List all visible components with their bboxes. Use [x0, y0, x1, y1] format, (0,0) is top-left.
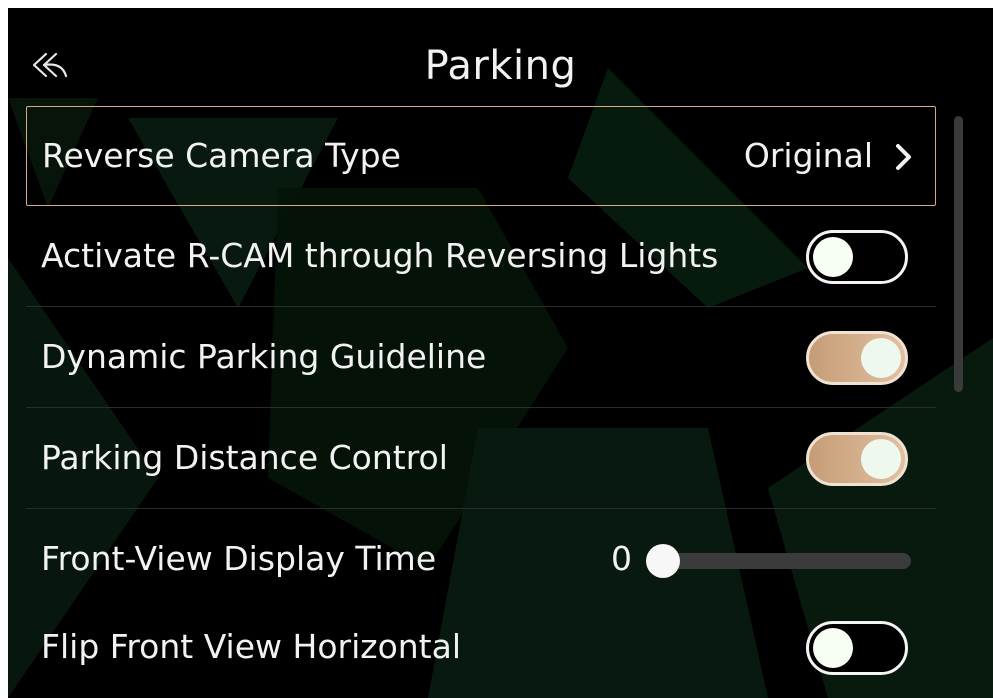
scrollbar[interactable]: [954, 116, 963, 392]
setting-label: Reverse Camera Type: [42, 136, 401, 175]
toggle-knob: [813, 628, 853, 668]
toggle-switch[interactable]: [806, 621, 908, 675]
toggle-knob: [861, 338, 901, 378]
header: Parking: [8, 8, 993, 113]
setting-label: Front-View Display Time: [41, 539, 437, 578]
setting-activate-rcam: Activate R-CAM through Reversing Lights: [26, 207, 936, 307]
toggle-switch[interactable]: [806, 432, 908, 486]
setting-reverse-camera-type[interactable]: Reverse Camera Type Original: [26, 106, 936, 206]
toggle-knob: [813, 237, 853, 277]
setting-dynamic-parking-guideline: Dynamic Parking Guideline: [26, 308, 936, 408]
setting-parking-distance-control: Parking Distance Control: [26, 409, 936, 509]
slider-thumb[interactable]: [646, 544, 680, 578]
setting-label: Flip Front View Horizontal: [41, 627, 462, 666]
setting-flip-front-view-horizontal: Flip Front View Horizontal: [26, 598, 936, 698]
chevron-right-icon: [896, 144, 911, 170]
toggle-switch[interactable]: [806, 230, 908, 284]
toggle-switch[interactable]: [806, 331, 908, 385]
slider-track[interactable]: [656, 553, 911, 569]
page-title: Parking: [424, 43, 577, 89]
setting-value: Original: [743, 136, 873, 175]
setting-label: Activate R-CAM through Reversing Lights: [41, 236, 719, 275]
setting-front-view-display-time: Front-View Display Time 0: [26, 510, 936, 610]
setting-label: Parking Distance Control: [41, 438, 448, 477]
slider-value: 0: [611, 539, 632, 578]
parking-settings-screen: Parking Reverse Camera Type Original Act…: [8, 8, 993, 698]
back-button[interactable]: [30, 46, 78, 86]
back-arrow-icon: [32, 52, 68, 78]
setting-label: Dynamic Parking Guideline: [41, 337, 487, 376]
toggle-knob: [861, 439, 901, 479]
